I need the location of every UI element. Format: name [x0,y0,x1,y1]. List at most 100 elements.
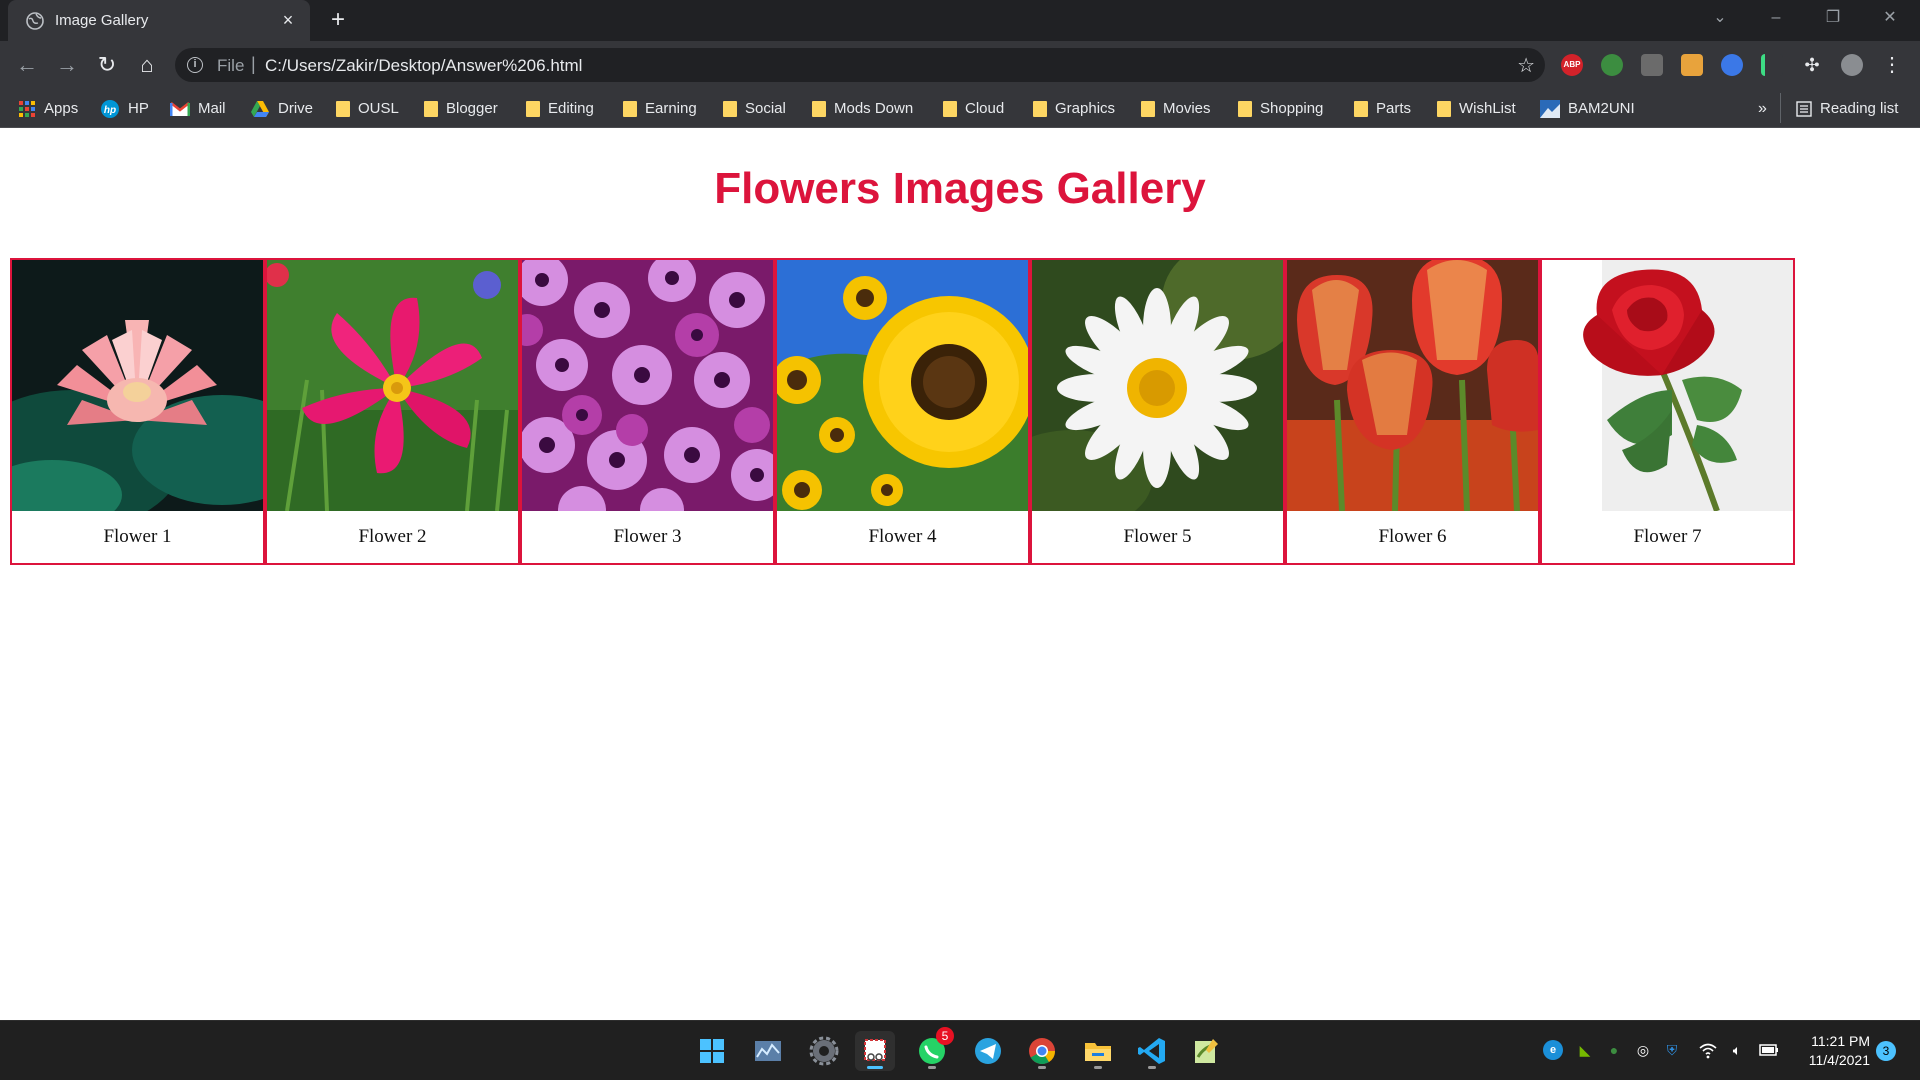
telegram-icon[interactable] [968,1031,1008,1071]
bookmark-folder-ousl[interactable]: OUSL [336,98,399,120]
home-icon[interactable]: ⌂ [132,50,162,80]
gallery-card[interactable]: Flower 4 [775,258,1030,565]
flower-caption: Flower 6 [1378,526,1447,547]
menu-kebab-icon[interactable]: ⋮ [1881,54,1903,76]
clock-time: 11:21 PM [1811,1033,1870,1049]
new-tab-button[interactable]: + [324,6,352,34]
bookmark-folder-parts[interactable]: Parts [1354,98,1411,120]
flower-photo-water-lily[interactable] [12,260,263,511]
puzzle-extensions-icon[interactable]: ✣ [1801,54,1823,76]
flower-photo-purple-daisies[interactable] [522,260,773,511]
vscode-icon[interactable] [1132,1031,1172,1071]
edge-tray-icon[interactable]: e [1543,1040,1563,1060]
bookmark-label: Blogger [446,100,498,118]
bookmark-drive[interactable]: Drive [250,98,313,120]
flower-photo-white-daisy[interactable] [1032,260,1283,511]
bookmark-folder-graphics[interactable]: Graphics [1033,98,1115,120]
bookmark-folder-shopping[interactable]: Shopping [1238,98,1323,120]
drive-icon [251,101,269,118]
bookmark-folder-movies[interactable]: Movies [1141,98,1211,120]
app-tray-icon[interactable]: ◎ [1633,1040,1653,1060]
volume-icon[interactable]: 🔈︎ [1727,1040,1747,1060]
gallery-card[interactable]: Flower 2 [265,258,520,565]
bookmark-label: WishList [1459,100,1516,118]
profile-avatar[interactable] [1841,54,1863,76]
snipping-tool-icon[interactable] [855,1031,895,1071]
gallery-card[interactable]: Flower 6 [1285,258,1540,565]
folder-icon [1354,101,1368,118]
pdf-extension-icon[interactable] [1641,54,1663,76]
bookmark-mail[interactable]: Mail [170,98,226,120]
svg-text:hp: hp [104,105,116,116]
file-explorer-icon[interactable] [1078,1031,1118,1071]
url-text[interactable]: C:/Users/Zakir/Desktop/Answer%206.html [265,56,582,76]
adblock-plus-icon[interactable]: ABP [1561,54,1583,76]
forward-arrow-icon[interactable]: → [52,50,82,80]
bookmark-label: OUSL [358,100,399,118]
bookmark-bam2uni[interactable]: BAM2UNI [1540,98,1635,120]
gallery-card[interactable]: Flower 5 [1030,258,1285,565]
settings-gear-icon[interactable] [804,1031,844,1071]
flower-photo-cosmos[interactable] [267,260,518,511]
clock-date: 11/4/2021 [1808,1052,1870,1068]
system-clock[interactable]: 11:21 PM 11/4/2021 [1790,1032,1870,1070]
flower-caption: Flower 3 [613,526,682,547]
close-tab-icon[interactable]: × [276,8,300,32]
bookmark-hp[interactable]: hp HP [100,98,149,120]
windows-taskbar: 5 e ◣ ● ◎ ⛨ 🔈︎ 11:21 PM 11/4/2021 3 [0,1020,1920,1080]
shield-tray-icon[interactable]: ⛨ [1662,1040,1682,1060]
close-window-button[interactable]: ✕ [1862,0,1918,36]
bookmark-folder-editing[interactable]: Editing [526,98,594,120]
folder-icon [1238,101,1252,118]
chrome-icon[interactable] [1022,1031,1062,1071]
gallery-card[interactable]: Flower 1 [10,258,265,565]
nvidia-tray-icon[interactable]: ◣ [1575,1040,1595,1060]
back-arrow-icon[interactable]: ← [12,50,42,80]
address-bar[interactable]: i File | C:/Users/Zakir/Desktop/Answer%2… [175,48,1545,82]
flow-extension-icon[interactable] [1761,54,1783,76]
page-title: Flowers Images Gallery [714,164,1206,213]
bookmark-label: Drive [278,100,314,118]
globe-extension-icon[interactable] [1601,54,1623,76]
wifi-icon[interactable] [1698,1040,1718,1060]
reading-list-icon [1796,101,1812,117]
flower-photo-sunflowers[interactable] [777,260,1028,511]
task-manager-icon[interactable] [748,1031,788,1071]
flower-photo-tulips[interactable] [1287,260,1538,511]
battery-icon[interactable] [1758,1040,1778,1060]
reload-icon[interactable]: ↻ [92,50,122,80]
bookmark-apps[interactable]: Apps [18,98,78,120]
bookmark-folder-earning[interactable]: Earning [623,98,697,120]
url-separator: | [251,54,256,74]
notification-count-badge[interactable]: 3 [1876,1041,1896,1061]
bookmark-folder-wishlist[interactable]: WishList [1437,98,1516,120]
tab-image-gallery[interactable]: Image Gallery × [8,0,310,41]
mail-extension-icon[interactable] [1681,54,1703,76]
tab-search-icon[interactable]: ⌄ [1692,0,1748,36]
bookmark-folder-blogger[interactable]: Blogger [424,98,498,120]
bookmark-folder-mods-down[interactable]: Mods Down [812,98,913,120]
gallery-card[interactable]: Flower 3 [520,258,775,565]
bookmark-star-icon[interactable]: ☆ [1517,53,1535,78]
vpn-extension-icon[interactable] [1721,54,1743,76]
url-scheme: File [217,56,245,75]
start-windows-icon[interactable] [692,1031,732,1071]
bookmark-label: Cloud [965,100,1005,118]
gallery-card[interactable]: Flower 7 [1540,258,1795,565]
whatsapp-icon[interactable]: 5 [912,1027,954,1071]
restore-button[interactable]: ❐ [1805,0,1861,36]
globe-tray-icon[interactable]: ● [1604,1040,1624,1060]
bookmark-label: Social [745,100,786,118]
bookmarks-overflow-button[interactable]: » [1758,98,1767,120]
folder-icon [526,101,540,118]
tab-strip: Image Gallery × + ⌄ – ❐ ✕ [0,0,1920,41]
reading-list-button[interactable]: Reading list [1796,98,1898,120]
flower-photo-rose[interactable] [1542,260,1793,511]
info-icon[interactable]: i [187,57,203,73]
notepad-plus-icon[interactable] [1186,1031,1226,1071]
bookmark-folder-social[interactable]: Social [723,98,786,120]
site-icon [1540,100,1560,119]
bookmark-folder-cloud[interactable]: Cloud [943,98,1004,120]
bookmark-label: HP [128,100,149,118]
minimize-button[interactable]: – [1748,0,1804,36]
